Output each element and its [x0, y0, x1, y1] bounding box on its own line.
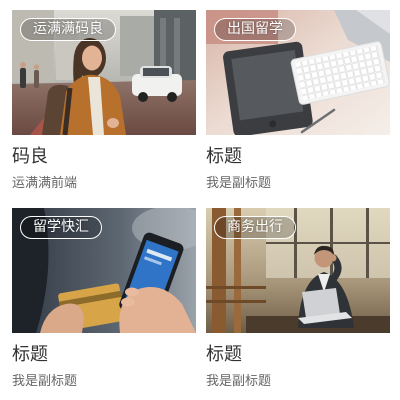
card-title: 标题	[206, 344, 242, 365]
card-image: 留学快汇	[12, 208, 196, 333]
card-tag: 商务出行	[214, 216, 296, 239]
card-tag: 出国留学	[214, 18, 296, 41]
card-subtitle: 我是副标题	[206, 176, 272, 191]
card-tag: 运满满码良	[20, 18, 116, 41]
card-title: 标题	[12, 344, 48, 365]
card-title: 码良	[12, 146, 48, 167]
card-subtitle: 我是副标题	[12, 374, 78, 389]
card-image: 出国留学	[206, 10, 390, 135]
card-tag: 留学快汇	[20, 216, 102, 239]
card-maliang[interactable]: 运满满码良 码良 运满满前端	[12, 10, 196, 193]
card-subtitle: 我是副标题	[206, 374, 272, 389]
card-grid: 运满满码良 码良 运满满前端 出国留学 标题 我是副标题 留学快汇 标题 我是副…	[12, 10, 390, 391]
card-business-travel[interactable]: 商务出行 标题 我是副标题	[206, 208, 390, 391]
card-title: 标题	[206, 146, 242, 167]
card-image: 商务出行	[206, 208, 390, 333]
card-study-remittance[interactable]: 留学快汇 标题 我是副标题	[12, 208, 196, 391]
card-study-abroad[interactable]: 出国留学 标题 我是副标题	[206, 10, 390, 193]
card-image: 运满满码良	[12, 10, 196, 135]
card-subtitle: 运满满前端	[12, 176, 78, 191]
